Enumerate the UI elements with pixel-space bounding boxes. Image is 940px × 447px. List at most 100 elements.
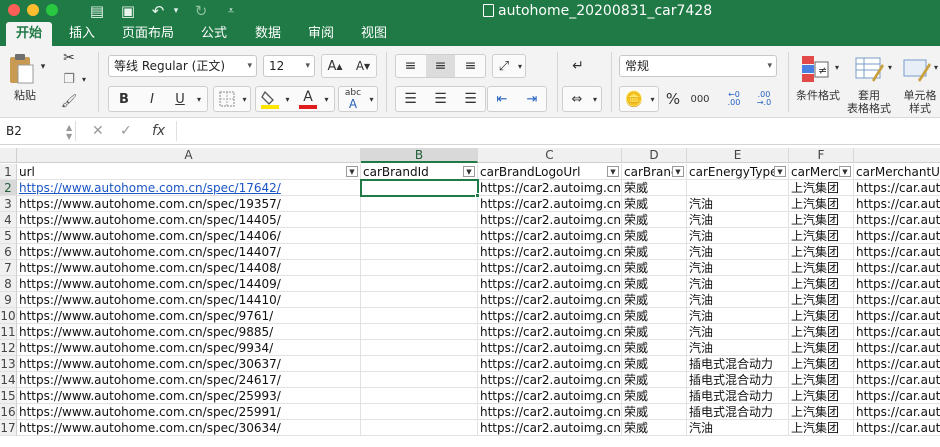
table-cell[interactable]: 上汽集团: [789, 388, 854, 404]
table-cell[interactable]: [361, 292, 478, 308]
cell-styles-dropdown-icon[interactable]: ▾: [932, 60, 940, 74]
row-header[interactable]: 4: [0, 212, 17, 228]
increase-indent-icon[interactable]: ⇥: [518, 88, 546, 110]
fill-handle[interactable]: [475, 193, 480, 198]
table-cell[interactable]: 荣威: [622, 388, 687, 404]
table-cell[interactable]: [361, 212, 478, 228]
table-cell[interactable]: [361, 372, 478, 388]
orientation-dropdown-icon[interactable]: ▾: [515, 55, 525, 77]
table-cell[interactable]: https://car2.autoimg.cn/car: [478, 340, 622, 356]
copy-dropdown-icon[interactable]: ▾: [80, 71, 88, 87]
align-right-button[interactable]: ☰: [456, 88, 485, 110]
table-cell[interactable]: https://car.autoh: [854, 292, 940, 308]
column-header[interactable]: F: [789, 148, 854, 163]
table-cell[interactable]: https://car2.autoimg.cn/car: [478, 228, 622, 244]
italic-button[interactable]: I: [140, 89, 164, 109]
font-size-select[interactable]: 12 ▾: [263, 55, 315, 77]
accounting-format-icon[interactable]: 🪙: [621, 88, 647, 110]
table-cell[interactable]: 荣威: [622, 228, 687, 244]
decrease-decimal-button[interactable]: .00 →.0: [751, 88, 777, 110]
table-cell[interactable]: 荣威: [622, 340, 687, 356]
table-cell[interactable]: https://car.autoh: [854, 420, 940, 436]
format-as-table-button[interactable]: [852, 52, 886, 86]
table-cell[interactable]: https://www.autohome.com.cn/spec/25991/: [17, 404, 361, 420]
redo-icon[interactable]: ↻: [193, 1, 209, 21]
column-header[interactable]: C: [478, 148, 622, 163]
column-header[interactable]: A: [17, 148, 361, 163]
select-all-corner[interactable]: [0, 148, 17, 163]
underline-button[interactable]: U: [168, 89, 192, 109]
table-cell[interactable]: 荣威: [622, 308, 687, 324]
row-header[interactable]: 7: [0, 260, 17, 276]
table-cell[interactable]: 上汽集团: [789, 180, 854, 196]
table-cell[interactable]: https://www.autohome.com.cn/spec/9761/: [17, 308, 361, 324]
table-cell[interactable]: https://car2.autoimg.cn/car: [478, 212, 622, 228]
table-cell[interactable]: 上汽集团: [789, 356, 854, 372]
percent-button[interactable]: %: [661, 88, 685, 110]
cell-styles-button[interactable]: [900, 52, 934, 86]
tab-home[interactable]: 开始: [6, 22, 52, 46]
table-cell[interactable]: https://www.autohome.com.cn/spec/9934/: [17, 340, 361, 356]
paste-button[interactable]: [6, 52, 36, 86]
customize-toolbar-icon[interactable]: ⩡: [223, 1, 239, 21]
table-cell[interactable]: 插电式混合动力: [687, 404, 789, 420]
table-cell[interactable]: https://car.autoh: [854, 196, 940, 212]
row-header[interactable]: 15: [0, 388, 17, 404]
table-cell[interactable]: 汽油: [687, 228, 789, 244]
close-window-button[interactable]: [8, 4, 20, 16]
table-cell[interactable]: 上汽集团: [789, 372, 854, 388]
table-cell[interactable]: https://www.autohome.com.cn/spec/14406/: [17, 228, 361, 244]
paste-dropdown-icon[interactable]: ▾: [38, 60, 48, 74]
table-cell[interactable]: 插电式混合动力: [687, 388, 789, 404]
table-cell[interactable]: https://car2.autoimg.cn/car: [478, 324, 622, 340]
table-cell[interactable]: https://car.autoh: [854, 388, 940, 404]
tab-page-layout[interactable]: 页面布局: [116, 22, 180, 46]
header-cell[interactable]: carBrandLogoUrl: [478, 164, 622, 180]
table-cell[interactable]: [361, 356, 478, 372]
table-cell[interactable]: [361, 276, 478, 292]
table-cell[interactable]: https://www.autohome.com.cn/spec/24617/: [17, 372, 361, 388]
table-cell[interactable]: https://car.autoh: [854, 276, 940, 292]
tab-view[interactable]: 视图: [354, 22, 394, 46]
table-cell[interactable]: https://car2.autoimg.cn/car: [478, 404, 622, 420]
table-cell[interactable]: [361, 404, 478, 420]
row-header[interactable]: 10: [0, 308, 17, 324]
filter-dropdown-icon[interactable]: ▼: [346, 166, 358, 177]
merge-dropdown-icon[interactable]: ▾: [590, 88, 600, 110]
insert-function-button[interactable]: fx: [152, 121, 165, 141]
format-painter-icon[interactable]: 🖌: [60, 93, 78, 109]
table-cell[interactable]: 荣威: [622, 260, 687, 276]
table-cell[interactable]: 上汽集团: [789, 212, 854, 228]
table-cell[interactable]: 汽油: [687, 308, 789, 324]
table-cell[interactable]: 荣威: [622, 324, 687, 340]
table-cell[interactable]: 荣威: [622, 212, 687, 228]
table-cell[interactable]: 上汽集团: [789, 324, 854, 340]
table-cell[interactable]: https://car.autoh: [854, 212, 940, 228]
conditional-format-button[interactable]: ≠: [798, 52, 832, 86]
table-cell[interactable]: [361, 260, 478, 276]
table-cell[interactable]: 上汽集团: [789, 196, 854, 212]
table-cell[interactable]: 上汽集团: [789, 260, 854, 276]
table-cell[interactable]: https://car2.autoimg.cn/car: [478, 372, 622, 388]
table-cell[interactable]: 插电式混合动力: [687, 372, 789, 388]
tab-insert[interactable]: 插入: [62, 22, 102, 46]
table-cell[interactable]: 汽油: [687, 324, 789, 340]
table-cell[interactable]: https://www.autohome.com.cn/spec/30637/: [17, 356, 361, 372]
table-cell[interactable]: 上汽集团: [789, 244, 854, 260]
decrease-font-size-button[interactable]: A ▼: [350, 55, 376, 77]
table-cell[interactable]: 汽油: [687, 244, 789, 260]
row-header[interactable]: 1: [0, 164, 17, 180]
align-center-button[interactable]: ☰: [426, 88, 455, 110]
table-cell[interactable]: 汽油: [687, 340, 789, 356]
confirm-entry-icon[interactable]: ✓: [120, 121, 132, 141]
table-cell[interactable]: https://www.autohome.com.cn/spec/25993/: [17, 388, 361, 404]
cancel-entry-icon[interactable]: ✕: [92, 121, 104, 141]
table-cell[interactable]: https://car.autoh: [854, 372, 940, 388]
save-icon[interactable]: ▣: [119, 1, 137, 21]
borders-dropdown-icon[interactable]: ▾: [240, 89, 249, 109]
table-cell[interactable]: 上汽集团: [789, 340, 854, 356]
table-cell[interactable]: 上汽集团: [789, 420, 854, 436]
table-cell[interactable]: [361, 420, 478, 436]
table-cell[interactable]: [361, 196, 478, 212]
table-cell[interactable]: [361, 244, 478, 260]
